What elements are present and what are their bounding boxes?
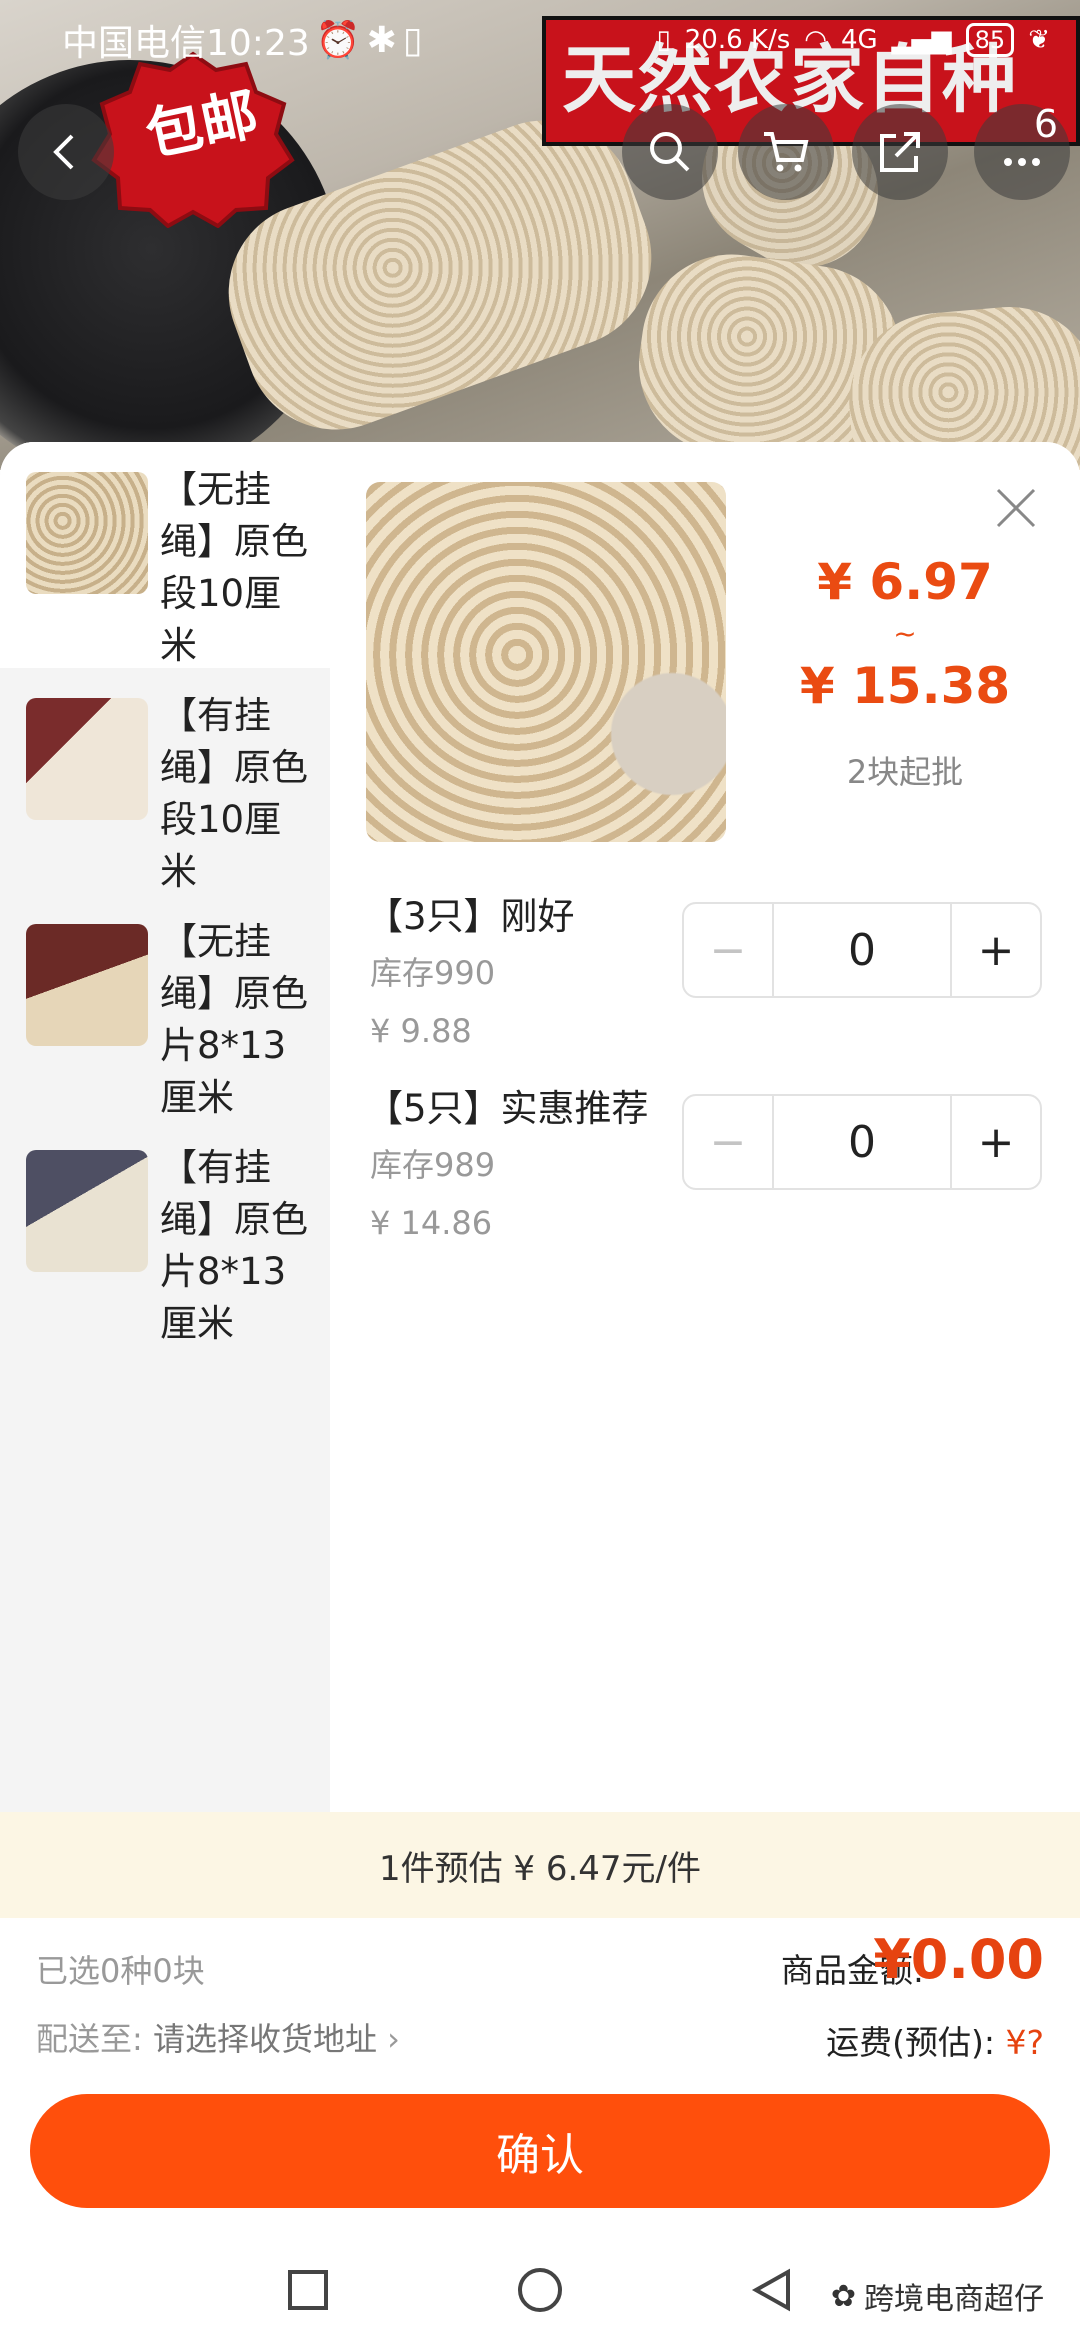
vibrate-mode-icon: ▯ — [656, 25, 671, 55]
leaf-icon: ❦ — [1028, 25, 1050, 55]
variant-item-4[interactable]: 【有挂绳】原色片8*13厘米 — [0, 1120, 330, 1346]
close-icon — [996, 488, 1036, 528]
selected-count: 已选0种0块 — [36, 1952, 205, 1990]
back-icon[interactable] — [748, 2266, 796, 2314]
cart-button[interactable] — [738, 104, 834, 200]
wifi-icon: ◠ — [804, 25, 827, 55]
loofah-pile-thumb — [26, 472, 148, 594]
ship-to-value: 请选择收货地址 — [152, 2020, 377, 2058]
search-button[interactable] — [622, 104, 718, 200]
quantity-stepper: − 0 + — [682, 1094, 1042, 1190]
back-arrow-icon — [53, 134, 74, 170]
sku-selector-sheet: 【无挂绳】原色段10厘米 【有挂绳】原色段10厘米 【无挂绳】原色片8*13厘米… — [0, 442, 1080, 2340]
variant-sidebar: 【无挂绳】原色段10厘米 【有挂绳】原色段10厘米 【无挂绳】原色片8*13厘米… — [0, 442, 330, 1812]
price-high: ¥ 15.38 — [799, 657, 1011, 715]
vibrate-icon: ▯ — [402, 19, 423, 61]
variant-label: 【无挂绳】原色段10厘米 — [160, 468, 308, 667]
variant-item-1[interactable]: 【无挂绳】原色段10厘米 — [0, 442, 330, 668]
close-button[interactable] — [990, 482, 1042, 534]
more-button[interactable]: 6 — [974, 102, 1070, 200]
home-icon[interactable] — [516, 2266, 564, 2314]
chevron-right-icon: › — [387, 2020, 400, 2058]
variant-label: 【有挂绳】原色段10厘米 — [160, 694, 308, 893]
freight-label: 运费(预估): — [826, 2023, 995, 2062]
status-bar: 中国电信10:23 ⏰ ✱ ▯ ▯ 20.6 K/s ◠ 4G ▂▄▆ 85 ❦ — [0, 0, 1080, 80]
confirm-button[interactable]: 确认 — [30, 2094, 1050, 2208]
ship-to-label: 配送至: — [36, 2020, 143, 2058]
variant-label: 【有挂绳】原色片8*13厘米 — [160, 1146, 308, 1345]
variant-item-3[interactable]: 【无挂绳】原色片8*13厘米 — [0, 894, 330, 1120]
share-button[interactable] — [852, 104, 948, 200]
order-summary: 已选0种0块 商品金额: ¥0.00 配送至: 请选择收货地址 › 运费(预估)… — [0, 1918, 1080, 2098]
quantity-input[interactable]: 0 — [774, 904, 950, 996]
watermark: ✿ 跨境电商超仔 — [831, 2274, 1044, 2318]
loofah-slice-thumb — [26, 924, 148, 1046]
option-row: 【3只】刚好 库存990 ¥ 9.88 − 0 + — [366, 890, 1066, 1060]
option-row: 【5只】实惠推荐 库存989 ¥ 14.86 − 0 + — [366, 1082, 1066, 1252]
min-order-note: 2块起批 — [846, 753, 964, 791]
price-low: ¥ 6.97 — [817, 553, 993, 611]
net-speed: 20.6 K/s — [684, 25, 791, 55]
back-button[interactable] — [18, 104, 114, 200]
total-value: ¥0.00 — [873, 1928, 1044, 1991]
decrease-button[interactable]: − — [684, 904, 774, 996]
freight-estimate: 运费(预估): ¥? — [826, 2016, 1044, 2064]
carrier-time: 中国电信10:23 — [62, 23, 310, 64]
search-icon — [650, 132, 690, 172]
system-nav-bar: ✿ 跨境电商超仔 — [0, 2240, 1080, 2340]
battery-level: 85 — [965, 23, 1015, 57]
quantity-stepper: − 0 + — [682, 902, 1042, 998]
bluetooth-icon: ✱ — [366, 19, 397, 61]
unit-price-estimate: 1件预估 ¥ 6.47元/件 — [0, 1812, 1080, 1918]
option-price: ¥ 9.88 — [370, 1012, 472, 1050]
increase-button[interactable]: + — [950, 904, 1040, 996]
wechat-icon: ✿ — [830, 2278, 856, 2314]
network-type: 4G — [840, 25, 878, 55]
price-separator: ~ — [893, 617, 917, 650]
freight-value: ¥? — [1005, 2023, 1044, 2062]
cart-icon — [764, 132, 809, 172]
message-count-badge: 6 — [1033, 102, 1058, 146]
alarm-icon: ⏰ — [315, 20, 361, 61]
loofah-slice-rope-thumb — [26, 1150, 148, 1272]
shipping-address-link[interactable]: 配送至: 请选择收货地址 › — [36, 2014, 400, 2060]
variant-label: 【无挂绳】原色片8*13厘米 — [160, 920, 308, 1119]
quantity-input[interactable]: 0 — [774, 1096, 950, 1188]
recents-icon[interactable] — [284, 2266, 332, 2314]
increase-button[interactable]: + — [950, 1096, 1040, 1188]
signal-icon: ▂▄▆ — [891, 25, 952, 55]
product-image[interactable] — [366, 482, 726, 842]
loofah-rope-thumb — [26, 698, 148, 820]
option-price: ¥ 14.86 — [370, 1204, 493, 1242]
share-icon — [880, 132, 920, 172]
variant-item-2[interactable]: 【有挂绳】原色段10厘米 — [0, 668, 330, 894]
price-range: ¥ 6.97 ~ ¥ 15.38 2块起批 — [760, 547, 1050, 793]
watermark-text: 跨境电商超仔 — [864, 2282, 1044, 2317]
decrease-button[interactable]: − — [684, 1096, 774, 1188]
